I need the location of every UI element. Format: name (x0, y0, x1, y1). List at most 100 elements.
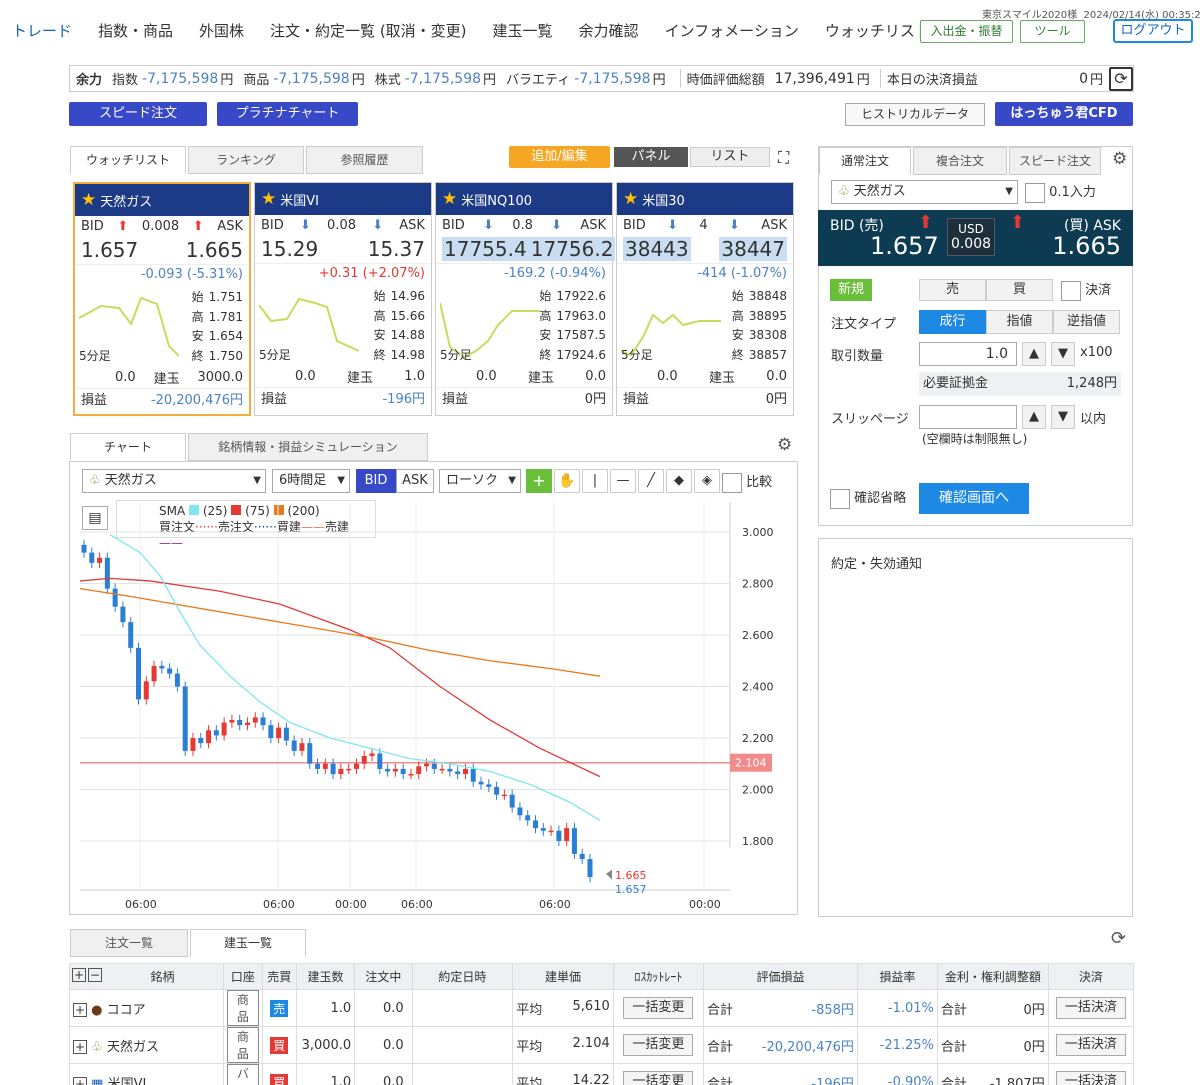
tab-speed-order[interactable]: スピード注文 (1009, 147, 1101, 175)
historical-data-button[interactable]: ヒストリカルデータ (845, 103, 985, 126)
sell-button[interactable]: 売 (919, 279, 986, 301)
tab-watchlist[interactable]: ウォッチリスト (70, 146, 186, 174)
eraser-icon[interactable]: ◆ (666, 469, 692, 493)
slippage-down-icon[interactable]: ▼ (1051, 405, 1075, 429)
nav-trade[interactable]: トレード (12, 20, 72, 41)
gear-icon[interactable]: ⚙ (777, 435, 792, 455)
tab-combo-order[interactable]: 複合注文 (913, 147, 1007, 175)
decimal-check[interactable] (1025, 182, 1045, 203)
nav-margin[interactable]: 余力確認 (579, 20, 639, 41)
deposit-button[interactable]: 入出金・振替 (920, 20, 1013, 43)
slippage-up-icon[interactable]: ▲ (1022, 405, 1046, 429)
watch-panel[interactable]: ★ 米国VI BID ⬇ 0.08 ⬇ ASK 15.29 15.37 +0.31 (+2.… (254, 182, 432, 416)
quantity-down-icon[interactable]: ▼ (1051, 342, 1075, 366)
settle-check[interactable] (1061, 280, 1081, 301)
bulk-settle-button[interactable]: 一括決済 (1055, 997, 1126, 1019)
crosshair-icon[interactable]: + (526, 469, 552, 493)
nav-information[interactable]: インフォメーション (665, 20, 799, 41)
quantity-input[interactable]: 1.0 (919, 342, 1017, 366)
star-icon[interactable]: ★ (81, 190, 96, 210)
nav-watchlist[interactable]: ウォッチリスト (825, 20, 930, 41)
skip-confirm-check[interactable] (830, 488, 850, 509)
collapse-all-icon[interactable]: − (88, 968, 102, 982)
ask-toggle[interactable]: ASK (396, 469, 434, 493)
skip-confirm-toggle[interactable]: 確認省略 (830, 487, 906, 509)
new-order-badge[interactable]: 新規 (830, 279, 872, 301)
ask-price[interactable]: 15.37 (368, 237, 425, 261)
chart-symbol-select[interactable]: ♧ 天然ガス ▼ (82, 469, 266, 493)
compare-checkbox[interactable]: 比較 (722, 471, 772, 493)
platinum-chart-button[interactable]: プラチナチャート (217, 102, 358, 126)
speed-order-button[interactable]: スピード注文 (69, 102, 207, 126)
chart-type-select[interactable]: ローソク ▼ (439, 469, 521, 493)
tab-order-list[interactable]: 注文一覧 (70, 929, 188, 957)
nav-foreign-stock[interactable]: 外国株 (199, 20, 244, 41)
table-row[interactable]: + ▦ 米国VI バラ 買 1.0 0.0 平均 14.22 一括変更 合計 -19… (69, 1063, 1135, 1085)
bulk-change-button[interactable]: 一括変更 (623, 1071, 694, 1085)
hand-icon[interactable]: ✋ (554, 469, 580, 493)
ask-price[interactable]: 38447 (719, 237, 787, 261)
ask-price[interactable]: 17756.2 (528, 237, 616, 261)
star-icon[interactable]: ★ (261, 189, 276, 209)
nav-orders[interactable]: 注文・約定一覧 (取消・変更) (270, 20, 466, 41)
clear-all-icon[interactable]: ◈ (694, 469, 720, 493)
panel-view-button[interactable]: パネル (614, 147, 688, 167)
expand-row-icon[interactable]: + (73, 1076, 87, 1085)
hacchu-cfd-button[interactable]: はっちゅう君CFD (995, 102, 1133, 126)
gear-icon[interactable]: ⚙ (1112, 149, 1127, 169)
tab-chart[interactable]: チャート (70, 433, 186, 461)
trend-line-icon[interactable]: ╱ (638, 469, 664, 493)
table-row[interactable]: + ● ココア 商品 売 1.0 0.0 平均 5,610 一括変更 合計 -858… (69, 989, 1135, 1027)
bid-price[interactable]: 38443 (623, 237, 691, 261)
decimal-input-toggle[interactable]: 0.1入力 (1025, 181, 1096, 203)
buy-button[interactable]: 買 (986, 279, 1053, 301)
settle-toggle[interactable]: 決済 (1061, 279, 1111, 301)
stop-order-button[interactable]: 逆指値 (1053, 310, 1120, 334)
bulk-change-button[interactable]: 一括変更 (623, 997, 694, 1019)
ask-price[interactable]: 1.665 (1052, 232, 1121, 260)
watch-panel[interactable]: ★ 米国NQ100 BID ⬇ 0.8 ⬇ ASK 17755.4 17756.2 -169… (435, 182, 616, 416)
compare-check[interactable] (722, 472, 742, 493)
nav-index-commodity[interactable]: 指数・商品 (98, 20, 173, 41)
add-edit-button[interactable]: 追加/編集 (509, 146, 610, 168)
bid-toggle[interactable]: BID (356, 469, 396, 493)
tab-position-list[interactable]: 建玉一覧 (190, 929, 306, 957)
interval-select[interactable]: 6時間足 ▼ (272, 469, 350, 493)
confirm-button[interactable]: 確認画面へ (919, 483, 1029, 514)
expand-all-icon[interactable]: + (72, 968, 86, 982)
refresh-icon[interactable]: ⟳ (1109, 66, 1133, 91)
market-order-button[interactable]: 成行 (919, 310, 986, 334)
star-icon[interactable]: ★ (442, 189, 457, 209)
list-view-button[interactable]: リスト (690, 147, 770, 167)
bulk-settle-button[interactable]: 一括決済 (1055, 1071, 1126, 1085)
tab-symbol-info[interactable]: 銘柄情報・損益シミュレーション (188, 433, 428, 461)
vertical-line-icon[interactable]: | (582, 469, 608, 493)
refresh-icon[interactable]: ⟳ (1111, 928, 1126, 949)
nav-positions[interactable]: 建玉一覧 (493, 20, 553, 41)
bid-price[interactable]: 1.657 (870, 232, 939, 260)
ask-price[interactable]: 1.665 (186, 238, 243, 262)
tab-ranking[interactable]: ランキング (188, 146, 304, 174)
watch-panel[interactable]: ★ 米国30 BID ⬇ 4 ⬇ ASK 38443 38447 -414 (-1.07%)… (616, 182, 794, 416)
table-row[interactable]: + ♧ 天然ガス 商品 買 3,000.0 0.0 平均 2.104 一括変更 合… (69, 1026, 1135, 1064)
tab-history[interactable]: 参照履歴 (306, 146, 423, 174)
quantity-up-icon[interactable]: ▲ (1022, 342, 1046, 366)
tool-button[interactable]: ツール (1020, 20, 1085, 43)
candlestick-chart[interactable]: 3.000 2.800 2.600 2.400 2.200 2.000 1.800 06:00… (70, 502, 797, 914)
star-icon[interactable]: ★ (623, 189, 638, 209)
bulk-change-button[interactable]: 一括変更 (623, 1034, 694, 1056)
bid-price[interactable]: 15.29 (261, 237, 318, 261)
expand-row-icon[interactable]: + (73, 1039, 87, 1054)
slippage-input[interactable] (919, 405, 1017, 429)
expand-row-icon[interactable]: + (73, 1002, 87, 1017)
limit-order-button[interactable]: 指値 (986, 310, 1053, 334)
bid-price[interactable]: 17755.4 (442, 237, 529, 261)
expand-icon[interactable]: ⛶ (778, 148, 789, 168)
logout-button[interactable]: ログアウト (1113, 19, 1193, 43)
bid-price[interactable]: 1.657 (81, 238, 138, 262)
bulk-settle-button[interactable]: 一括決済 (1055, 1034, 1126, 1056)
tab-normal-order[interactable]: 通常注文 (819, 147, 911, 175)
watch-panel[interactable]: ★ 天然ガス BID ⬆ 0.008 ⬆ ASK 1.657 1.665 -0.093 (-… (73, 182, 251, 416)
horizontal-line-icon[interactable]: — (610, 469, 636, 493)
order-symbol-select[interactable]: ♧ 天然ガス ▼ (831, 180, 1018, 204)
